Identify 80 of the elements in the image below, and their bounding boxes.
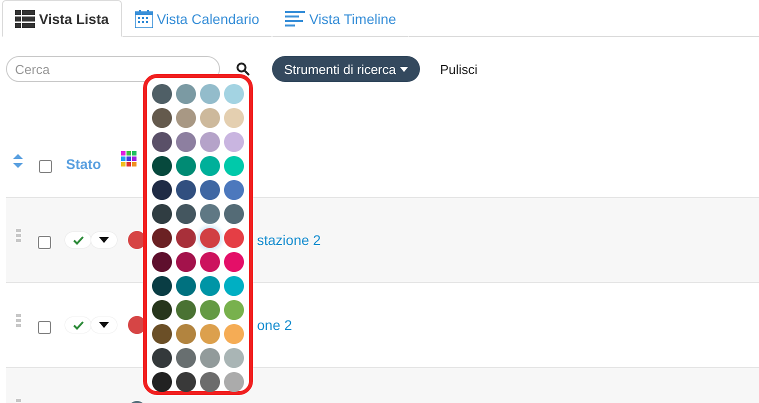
color-swatch[interactable] — [176, 372, 196, 392]
color-swatch[interactable] — [224, 348, 244, 368]
color-swatch[interactable] — [200, 156, 220, 176]
color-swatch[interactable] — [200, 84, 220, 104]
color-swatch[interactable] — [200, 108, 220, 128]
sort-icon[interactable] — [13, 154, 23, 168]
caret-icon — [99, 322, 109, 328]
color-swatch[interactable] — [200, 252, 220, 272]
caret-icon — [99, 237, 109, 243]
color-swatch[interactable] — [200, 324, 220, 344]
color-swatch[interactable] — [200, 180, 220, 200]
color-swatch[interactable] — [200, 276, 220, 296]
color-swatch[interactable] — [152, 324, 172, 344]
search-field[interactable]: Cerca — [6, 56, 220, 82]
caret-icon — [400, 66, 408, 72]
color-swatch[interactable] — [176, 132, 196, 152]
timeline-icon — [285, 10, 306, 26]
row-checkbox[interactable] — [38, 236, 51, 248]
check-icon — [72, 320, 84, 330]
drag-handle-icon[interactable] — [16, 314, 22, 330]
color-swatch[interactable] — [176, 300, 196, 320]
color-swatch[interactable] — [224, 372, 244, 392]
color-swatch[interactable] — [152, 252, 172, 272]
color-swatch[interactable] — [152, 372, 172, 392]
color-swatch[interactable] — [152, 276, 172, 296]
color-swatch[interactable] — [176, 348, 196, 368]
color-swatch[interactable] — [176, 180, 196, 200]
color-swatch[interactable] — [152, 180, 172, 200]
color-swatch[interactable] — [176, 156, 196, 176]
color-swatch[interactable] — [224, 108, 244, 128]
color-swatch[interactable] — [176, 84, 196, 104]
color-swatch[interactable] — [152, 132, 172, 152]
dropdown-button[interactable] — [91, 232, 117, 248]
color-swatch[interactable] — [224, 324, 244, 344]
color-swatch[interactable] — [200, 348, 220, 368]
check-button[interactable] — [65, 317, 91, 333]
color-swatch[interactable] — [200, 300, 220, 320]
color-swatch[interactable] — [176, 204, 196, 224]
color-swatch[interactable] — [224, 276, 244, 296]
color-swatch[interactable] — [152, 348, 172, 368]
color-swatch[interactable] — [152, 300, 172, 320]
view-tab[interactable]: Vista Timeline — [272, 0, 410, 37]
color-swatch[interactable] — [176, 252, 196, 272]
dropdown-button[interactable] — [91, 317, 117, 333]
color-swatch[interactable] — [176, 276, 196, 296]
view-tab[interactable]: Vista Lista — [2, 0, 122, 37]
search-icon — [236, 62, 250, 76]
color-swatch[interactable] — [224, 204, 244, 224]
color-swatch[interactable] — [224, 84, 244, 104]
color-swatch[interactable] — [224, 132, 244, 152]
view-tab[interactable]: Vista Calendario — [122, 0, 272, 37]
color-swatch[interactable] — [224, 156, 244, 176]
select-all-checkbox[interactable] — [39, 160, 52, 173]
row-checkbox[interactable] — [38, 320, 51, 334]
calendar-icon — [134, 10, 153, 28]
search-tools-button[interactable]: Strumenti di ricerca — [272, 56, 420, 82]
color-swatch[interactable] — [176, 228, 196, 248]
color-swatch[interactable] — [224, 252, 244, 272]
item-link[interactable]: stazione 2 — [257, 232, 321, 248]
color-swatch[interactable] — [200, 204, 220, 224]
color-swatch[interactable] — [224, 300, 244, 320]
color-swatch[interactable] — [152, 108, 172, 128]
color-swatch[interactable] — [176, 108, 196, 128]
color-swatch[interactable] — [152, 228, 172, 248]
item-link[interactable]: one 2 — [257, 317, 292, 333]
color-swatch[interactable] — [152, 156, 172, 176]
color-swatch[interactable] — [176, 324, 196, 344]
check-button[interactable] — [65, 232, 91, 248]
color-swatch[interactable] — [200, 372, 220, 392]
color-swatch[interactable] — [224, 228, 244, 248]
color-swatch[interactable] — [224, 180, 244, 200]
column-header[interactable]: Stato — [66, 156, 101, 172]
color-swatch[interactable] — [200, 228, 220, 248]
color-grid-icon[interactable] — [121, 150, 137, 166]
color-swatch[interactable] — [152, 204, 172, 224]
check-icon — [72, 236, 84, 244]
list-icon — [15, 10, 35, 28]
drag-handle-icon[interactable] — [16, 229, 22, 245]
color-swatch[interactable] — [200, 132, 220, 152]
color-swatch[interactable] — [152, 84, 172, 104]
